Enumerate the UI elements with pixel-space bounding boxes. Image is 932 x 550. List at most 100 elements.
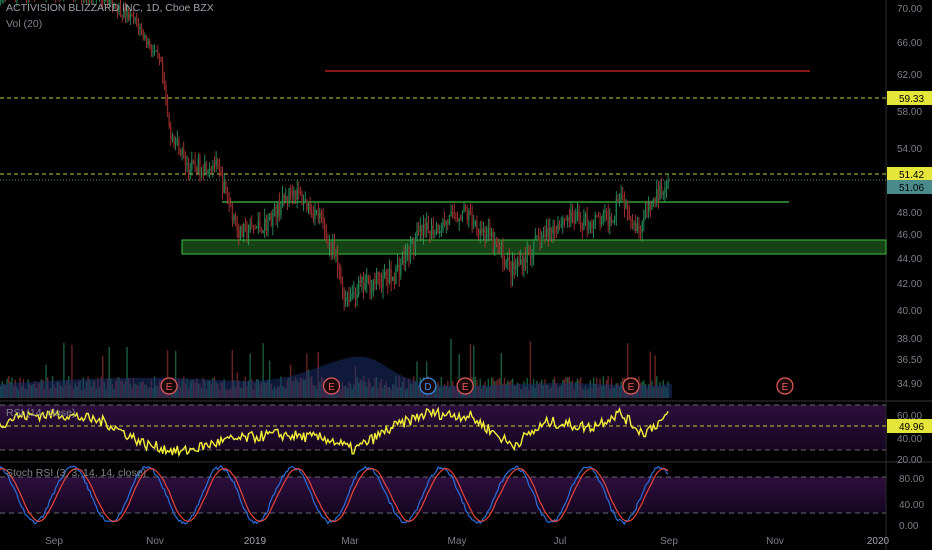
candle: [298, 181, 300, 200]
candle: [260, 227, 263, 234]
candle: [251, 215, 253, 230]
candle: [398, 256, 400, 287]
candle: [613, 215, 616, 226]
candle: [0, 0, 2, 6]
candle: [168, 112, 170, 129]
candle: [601, 215, 603, 228]
candle: [231, 203, 234, 227]
earnings-marker[interactable]: E: [776, 377, 794, 395]
price-tick: 70.00: [897, 4, 922, 15]
candle: [142, 29, 144, 41]
candle: [173, 134, 175, 149]
candle: [161, 56, 164, 84]
dividend-marker[interactable]: D: [419, 377, 437, 395]
candle: [455, 212, 457, 223]
candle: [312, 205, 315, 224]
candle: [236, 215, 238, 239]
candle: [212, 160, 214, 178]
candle: [437, 223, 439, 234]
candle: [602, 209, 605, 226]
time-tick: Jul: [554, 536, 567, 547]
candle: [555, 225, 558, 239]
candle: [356, 284, 358, 307]
candle: [153, 44, 156, 56]
candle: [165, 80, 167, 106]
candle: [314, 202, 316, 226]
candle: [320, 209, 323, 223]
candle: [469, 203, 472, 216]
candle: [358, 275, 360, 298]
earnings-marker[interactable]: E: [322, 377, 341, 395]
candle: [377, 271, 379, 285]
candle: [379, 271, 381, 290]
candle: [408, 246, 410, 268]
candle: [304, 191, 306, 204]
candle: [311, 203, 313, 219]
candle: [641, 220, 643, 242]
candle: [591, 218, 593, 234]
candle: [599, 212, 601, 231]
price-tick: 66.00: [897, 38, 922, 49]
candle: [440, 222, 443, 237]
candle: [255, 225, 258, 229]
candle: [416, 222, 418, 242]
candle: [557, 216, 559, 234]
candle: [293, 186, 295, 204]
candle: [589, 221, 592, 234]
candle: [662, 190, 664, 201]
earnings-marker[interactable]: E: [622, 377, 640, 395]
earnings-marker[interactable]: E: [456, 377, 474, 395]
candle: [147, 38, 149, 48]
candle: [272, 209, 274, 236]
candle: [390, 261, 392, 292]
candle: [537, 227, 540, 241]
price-candles: [0, 0, 669, 311]
candle: [487, 218, 490, 242]
price-label: 51.42: [887, 167, 932, 181]
candle: [283, 193, 285, 206]
candle: [610, 212, 613, 226]
candle: [646, 201, 648, 218]
price-label: 51.06: [887, 180, 932, 194]
candle: [505, 259, 507, 269]
candle: [288, 187, 290, 207]
candle: [207, 168, 209, 177]
candle: [434, 229, 436, 239]
candle: [333, 233, 336, 260]
candle: [576, 201, 579, 222]
candle: [223, 173, 225, 194]
rsi-panel-band: [0, 405, 886, 450]
candle: [643, 209, 645, 232]
candle: [353, 281, 355, 299]
candle: [477, 228, 480, 241]
candle: [647, 196, 650, 219]
candle: [400, 258, 402, 280]
candle: [631, 214, 634, 230]
candle: [233, 213, 235, 225]
candle: [443, 211, 446, 228]
candle: [170, 121, 172, 146]
candle: [542, 226, 545, 239]
candle: [612, 219, 614, 224]
candle: [137, 18, 140, 35]
candle: [583, 209, 585, 231]
candle: [456, 211, 459, 223]
candle: [257, 212, 259, 234]
candle: [3, 0, 5, 4]
earnings-marker[interactable]: E: [160, 377, 178, 395]
candle: [451, 204, 454, 219]
candle: [623, 191, 626, 218]
candle: [160, 56, 162, 63]
candle: [199, 153, 201, 183]
candle: [277, 201, 279, 228]
candle: [515, 258, 517, 276]
price-tick: 34.90: [897, 379, 922, 390]
candle: [249, 218, 251, 233]
candle: [275, 203, 277, 226]
candle: [349, 287, 352, 302]
candle: [461, 210, 464, 223]
candle: [638, 217, 640, 239]
candle: [396, 254, 399, 272]
candle: [299, 186, 302, 196]
candle: [191, 151, 193, 176]
